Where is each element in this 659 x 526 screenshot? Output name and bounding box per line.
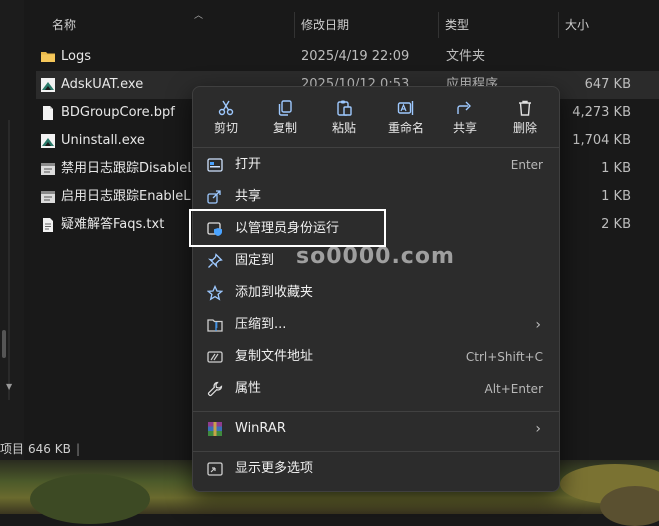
file-size: 4,273 KB bbox=[572, 105, 631, 120]
paste-label: 粘贴 bbox=[331, 121, 356, 135]
menu-item-shortcut: Enter bbox=[510, 158, 543, 172]
rename-button[interactable]: 重命名 bbox=[377, 95, 435, 141]
file-date: 2025/4/19 22:09 bbox=[301, 49, 410, 64]
file-name: AdskUAT.exe bbox=[61, 77, 144, 92]
menu-divider bbox=[193, 411, 559, 412]
menu-item-label: 压缩到... bbox=[235, 317, 287, 332]
column-divider[interactable] bbox=[294, 12, 295, 38]
share-button[interactable]: 共享 bbox=[436, 95, 494, 141]
copy-path-icon bbox=[207, 351, 223, 363]
column-divider[interactable] bbox=[558, 12, 559, 38]
status-separator: | bbox=[76, 442, 81, 456]
menu-item-label: 打开 bbox=[235, 157, 262, 172]
wrench-icon bbox=[207, 381, 223, 397]
file-type: 文件夹 bbox=[446, 49, 486, 64]
menu-item-label: 属性 bbox=[235, 381, 262, 396]
file-name: 禁用日志跟踪DisableLog bbox=[61, 161, 191, 176]
column-date[interactable]: 修改日期 bbox=[301, 12, 349, 38]
copy-button[interactable]: 复制 bbox=[256, 95, 314, 141]
submenu-chevron-icon: › bbox=[535, 317, 541, 333]
paste-button[interactable]: 粘贴 bbox=[315, 95, 373, 141]
autodesk-app-icon bbox=[41, 134, 55, 148]
file-size: 647 KB bbox=[584, 77, 631, 92]
file-row[interactable]: Logs 2025/4/19 22:09 文件夹 bbox=[36, 43, 659, 71]
delete-button[interactable]: 删除 bbox=[496, 95, 554, 141]
file-size: 1 KB bbox=[601, 161, 631, 176]
folder-icon bbox=[41, 52, 55, 62]
menu-item-open[interactable]: 打开 Enter bbox=[199, 149, 553, 181]
paste-icon bbox=[337, 100, 352, 116]
menu-item-label: 固定到 bbox=[235, 253, 275, 268]
winrar-icon bbox=[208, 422, 222, 436]
menu-item-shortcut: Alt+Enter bbox=[484, 382, 543, 396]
status-selected-size: 646 KB bbox=[28, 442, 71, 456]
annotation-highlight-box bbox=[189, 209, 386, 247]
menu-item-label: 显示更多选项 bbox=[235, 461, 314, 476]
share-icon bbox=[207, 190, 221, 204]
rename-icon bbox=[397, 101, 414, 115]
file-name: 疑难解答Faqs.txt bbox=[61, 217, 165, 232]
menu-item-compress[interactable]: 压缩到... › bbox=[199, 309, 553, 341]
scissors-icon bbox=[218, 100, 234, 116]
menu-item-copy-path[interactable]: 复制文件地址 Ctrl+Shift+C bbox=[199, 341, 553, 373]
text-file-icon bbox=[43, 218, 53, 232]
share-icon bbox=[457, 101, 471, 114]
copy-label: 复制 bbox=[272, 121, 297, 135]
script-icon bbox=[41, 163, 55, 175]
autodesk-app-icon bbox=[41, 78, 55, 92]
open-icon bbox=[207, 158, 223, 172]
trash-icon bbox=[519, 100, 531, 116]
pin-icon bbox=[208, 253, 223, 268]
navigation-pane-edge: ▼ bbox=[0, 0, 24, 460]
column-header: ︿ 名称 修改日期 类型 大小 bbox=[30, 11, 659, 38]
delete-label: 删除 bbox=[512, 121, 537, 135]
nav-scroll-track[interactable] bbox=[8, 120, 10, 400]
column-type[interactable]: 类型 bbox=[445, 12, 469, 38]
more-options-icon bbox=[207, 462, 223, 476]
menu-item-label: WinRAR bbox=[235, 421, 286, 436]
copy-icon bbox=[278, 100, 292, 116]
file-name: BDGroupCore.bpf bbox=[61, 105, 175, 120]
cut-button[interactable]: 剪切 bbox=[197, 95, 255, 141]
column-size[interactable]: 大小 bbox=[565, 12, 589, 38]
menu-item-favorites[interactable]: 添加到收藏夹 bbox=[199, 277, 553, 309]
file-name: Logs bbox=[61, 49, 91, 64]
menu-divider bbox=[193, 147, 559, 148]
script-icon bbox=[41, 191, 55, 203]
menu-divider bbox=[193, 451, 559, 452]
column-divider[interactable] bbox=[438, 12, 439, 38]
submenu-chevron-icon: › bbox=[535, 421, 541, 437]
file-name: Uninstall.exe bbox=[61, 133, 145, 148]
file-name: 启用日志跟踪EnableLog bbox=[61, 189, 191, 204]
context-menu: 剪切 复制 粘贴 重命名 共享 删除 打开 Enter 共享 以管理员身份运行 … bbox=[192, 86, 560, 492]
zip-icon bbox=[207, 319, 223, 332]
file-size: 1 KB bbox=[601, 189, 631, 204]
file-icon bbox=[43, 106, 53, 120]
menu-item-label: 添加到收藏夹 bbox=[235, 285, 314, 300]
share-label: 共享 bbox=[452, 121, 477, 135]
menu-item-winrar[interactable]: WinRAR › bbox=[199, 413, 553, 445]
status-item-count: 项目 bbox=[0, 442, 25, 456]
menu-item-label: 复制文件地址 bbox=[235, 349, 314, 364]
scroll-down-arrow-icon[interactable]: ▼ bbox=[6, 382, 12, 391]
column-name[interactable]: 名称 bbox=[52, 12, 76, 38]
menu-item-more-options[interactable]: 显示更多选项 bbox=[199, 453, 553, 485]
menu-item-shortcut: Ctrl+Shift+C bbox=[465, 350, 543, 364]
file-size: 2 KB bbox=[601, 217, 631, 232]
nav-scrollbar-thumb[interactable] bbox=[2, 330, 6, 358]
watermark: so0000.com bbox=[296, 244, 455, 269]
star-icon bbox=[207, 285, 223, 301]
menu-item-properties[interactable]: 属性 Alt+Enter bbox=[199, 373, 553, 405]
rename-label: 重命名 bbox=[387, 121, 424, 135]
file-size: 1,704 KB bbox=[572, 133, 631, 148]
cut-label: 剪切 bbox=[213, 121, 238, 135]
sort-ascending-icon: ︿ bbox=[194, 11, 204, 21]
